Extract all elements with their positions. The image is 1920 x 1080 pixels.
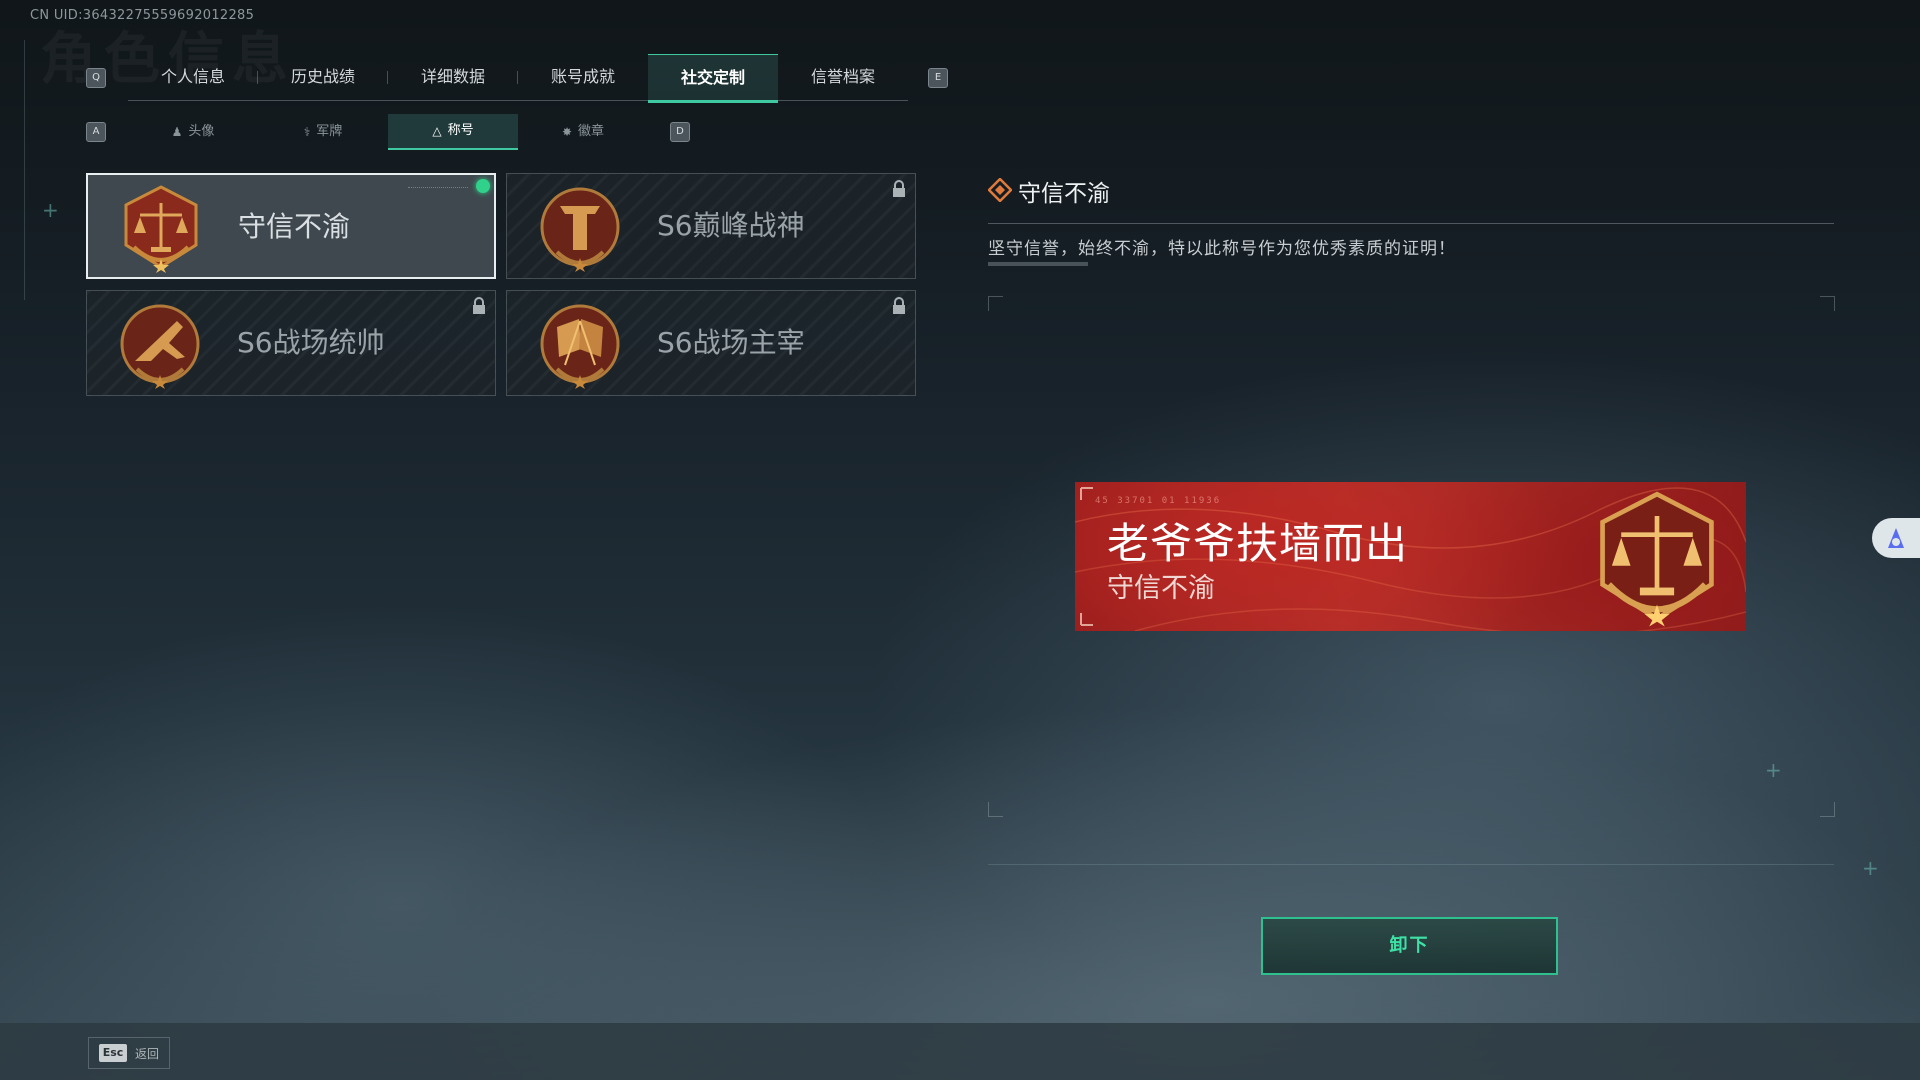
detail-bottom-line [988,864,1834,865]
title-card-s6-dominator[interactable]: S6战场主宰 [506,290,916,396]
crosshair-mark: + [1765,758,1782,782]
title-card-name: 守信不渝 [238,210,351,243]
tab-detailed-stats[interactable]: 详细数据 [388,54,518,100]
banner-player-name: 老爷爷扶墙而出 [1107,519,1409,568]
frame-corner [1820,802,1835,817]
tab-label: 信誉档案 [810,67,875,86]
title-card-s6-peak[interactable]: S6巅峰战神 [506,173,916,279]
tab-match-history[interactable]: 历史战绩 [258,54,388,100]
prev-tab-key[interactable]: Q [86,68,106,88]
assistant-widget[interactable] [1872,518,1920,558]
subtab-dogtag[interactable]: ⚕ 军牌 [258,114,388,150]
subtab-title[interactable]: △ 称号 [388,114,518,150]
person-icon: ♟ [171,125,183,139]
crosshair-mark: + [42,198,59,222]
banner-title-name: 守信不渝 [1107,573,1215,604]
subtab-avatar[interactable]: ♟ 头像 [128,114,258,150]
tab-personal-info[interactable]: 个人信息 [128,54,258,100]
scales-medal-icon [1600,491,1714,627]
prev-subtab-key[interactable]: A [86,122,106,142]
title-diamond-icon [988,178,1012,202]
lock-icon [893,180,905,197]
flags-medal-icon [540,304,620,389]
back-label: 返回 [135,1046,160,1061]
dogtag-icon: ⚕ [303,125,311,139]
next-tab-key[interactable]: E [928,68,948,88]
assistant-icon [1888,528,1904,548]
badge-icon: ✸ [561,125,573,139]
jet-medal-icon [120,304,200,389]
title-card-name: S6巅峰战神 [657,209,805,242]
pillar-medal-icon [540,187,620,272]
sub-tab-bar: ♟ 头像 ⚕ 军牌 △ 称号 ✸ 徽章 [128,114,648,150]
detail-divider [988,223,1834,224]
equipped-indicator [476,179,490,193]
title-banner-preview: 45 33701 01 11936 老爷爷扶墙而出 守信不渝 [1075,482,1746,631]
unequip-button[interactable]: 卸下 [1261,917,1558,975]
frame-line [24,40,25,300]
main-tab-bar: 个人信息 历史战绩 详细数据 账号成就 社交定制 信誉档案 [128,54,908,103]
subtab-badge[interactable]: ✸ 徽章 [518,114,648,150]
lock-icon [893,297,905,314]
esc-key: Esc [99,1044,127,1062]
tab-credit-record[interactable]: 信誉档案 [778,54,908,100]
tab-label: 个人信息 [160,67,225,86]
title-card-name: S6战场统帅 [237,326,385,359]
detail-title: 守信不渝 [1018,181,1110,207]
footer-bar [0,1023,1920,1080]
tab-social-custom[interactable]: 社交定制 [648,54,778,103]
subtab-label: 头像 [188,124,215,139]
crosshair-mark: + [1862,856,1879,880]
frame-corner [988,296,1003,311]
tab-achievements[interactable]: 账号成就 [518,54,648,100]
scales-medal-icon [124,185,198,273]
banner-code: 45 33701 01 11936 [1095,496,1222,506]
subtab-label: 军牌 [316,124,343,139]
title-card-shouxin[interactable]: 守信不渝 [86,173,496,279]
tab-label: 社交定制 [680,68,745,87]
card-dotted-line [408,187,468,188]
detail-description: 坚守信誉，始终不渝，特以此称号作为您优秀素质的证明！ [988,239,1456,259]
lock-icon [473,297,485,314]
title-icon: △ [432,124,442,138]
title-card-s6-commander[interactable]: S6战场统帅 [86,290,496,396]
subtab-label: 称号 [447,123,474,138]
frame-corner [988,802,1003,817]
detail-deco-bar [988,262,1088,266]
tab-label: 历史战绩 [290,67,355,86]
next-subtab-key[interactable]: D [670,122,690,142]
tab-label: 账号成就 [550,67,615,86]
back-button[interactable]: Esc 返回 [88,1037,170,1069]
tab-label: 详细数据 [420,67,485,86]
subtab-label: 徽章 [578,124,605,139]
title-card-name: S6战场主宰 [657,326,805,359]
frame-corner [1820,296,1835,311]
